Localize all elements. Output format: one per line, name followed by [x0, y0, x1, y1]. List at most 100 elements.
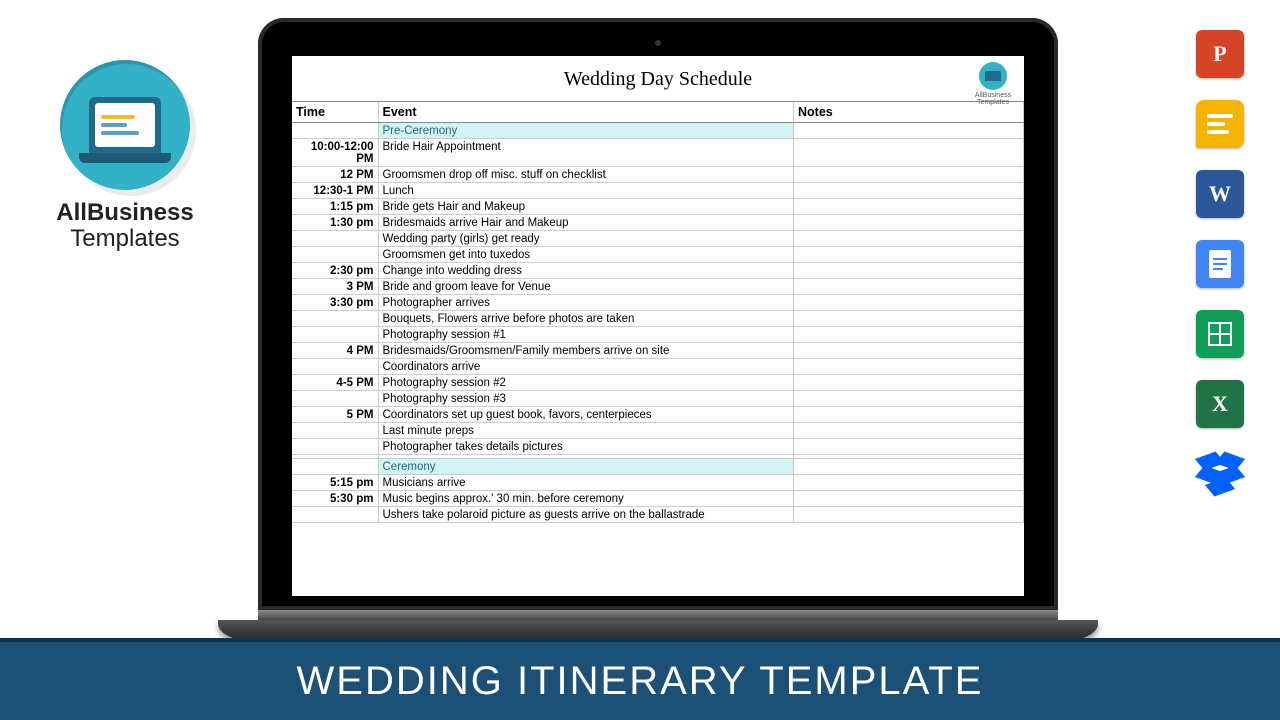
document-title: Wedding Day Schedule [292, 56, 1024, 102]
cell-time [292, 359, 378, 375]
laptop-mockup: AllBusiness Templates Wedding Day Schedu… [258, 18, 1058, 642]
cell-event: Bride and groom leave for Venue [378, 279, 794, 295]
cell-event: Groomsmen get into tuxedos [378, 247, 794, 263]
col-time: Time [292, 102, 378, 123]
cell-time [292, 439, 378, 455]
cell-notes [794, 491, 1024, 507]
brand-line2: Templates [70, 225, 179, 252]
table-row: 12:30-1 PMLunch [292, 183, 1024, 199]
app-icons-column: P W X [1190, 30, 1250, 494]
cell-time: 4-5 PM [292, 375, 378, 391]
cell-time: 4 PM [292, 343, 378, 359]
table-row: Coordinators arrive [292, 359, 1024, 375]
google-docs-icon [1196, 240, 1244, 288]
cell-time [292, 327, 378, 343]
cell-event: Bridesmaids/Groomsmen/Family members arr… [378, 343, 794, 359]
google-sheets-icon [1196, 310, 1244, 358]
cell-notes [794, 423, 1024, 439]
cell-notes [794, 475, 1024, 491]
cell-event: Photographer takes details pictures [378, 439, 794, 455]
cell-time [292, 247, 378, 263]
table-row: Photographer takes details pictures [292, 439, 1024, 455]
cell-event: Groomsmen drop off misc. stuff on checkl… [378, 167, 794, 183]
cell-notes [794, 263, 1024, 279]
cell-notes [794, 167, 1024, 183]
cell-notes [794, 459, 1024, 475]
cell-event: Last minute preps [378, 423, 794, 439]
cell-event: Pre-Ceremony [378, 123, 794, 139]
table-row: Ceremony [292, 459, 1024, 475]
cell-event: Ceremony [378, 459, 794, 475]
cell-notes [794, 311, 1024, 327]
cell-notes [794, 343, 1024, 359]
cell-notes [794, 327, 1024, 343]
cell-time: 10:00-12:00PM [292, 139, 378, 167]
brand-line1: AllBusiness [56, 199, 193, 226]
cell-event: Coordinators set up guest book, favors, … [378, 407, 794, 423]
table-row: 5:30 pmMusic begins approx.' 30 min. bef… [292, 491, 1024, 507]
cell-notes [794, 183, 1024, 199]
cell-time: 5 PM [292, 407, 378, 423]
brand-name: AllBusiness Templates [35, 200, 215, 253]
table-row: 1:30 pmBridesmaids arrive Hair and Makeu… [292, 215, 1024, 231]
cell-notes [794, 279, 1024, 295]
table-row: 3 PMBride and groom leave for Venue [292, 279, 1024, 295]
document-screen: AllBusiness Templates Wedding Day Schedu… [292, 56, 1024, 596]
col-event: Event [378, 102, 794, 123]
cell-event: Bouquets, Flowers arrive before photos a… [378, 311, 794, 327]
cell-time [292, 459, 378, 475]
excel-icon: X [1196, 380, 1244, 428]
powerpoint-icon: P [1196, 30, 1244, 78]
table-row: 5 PMCoordinators set up guest book, favo… [292, 407, 1024, 423]
cell-notes [794, 375, 1024, 391]
table-row: 2:30 pmChange into wedding dress [292, 263, 1024, 279]
table-row: 5:15 pmMusicians arrive [292, 475, 1024, 491]
table-row: Ushers take polaroid picture as guests a… [292, 507, 1024, 523]
cell-time: 1:30 pm [292, 215, 378, 231]
brand-logo-icon [60, 60, 190, 190]
table-row: Photography session #3 [292, 391, 1024, 407]
cell-time: 3 PM [292, 279, 378, 295]
table-header-row: Time Event Notes [292, 102, 1024, 123]
table-row: 1:15 pmBride gets Hair and Makeup [292, 199, 1024, 215]
cell-time: 5:15 pm [292, 475, 378, 491]
cell-time [292, 231, 378, 247]
table-row: 10:00-12:00PMBride Hair Appointment [292, 139, 1024, 167]
cell-event: Bride gets Hair and Makeup [378, 199, 794, 215]
cell-notes [794, 247, 1024, 263]
dropbox-icon [1195, 450, 1245, 494]
cell-event: Photography session #2 [378, 375, 794, 391]
cell-event: Change into wedding dress [378, 263, 794, 279]
table-row: 3:30 pmPhotographer arrives [292, 295, 1024, 311]
cell-event: Photography session #3 [378, 391, 794, 407]
cell-time: 2:30 pm [292, 263, 378, 279]
cell-notes [794, 407, 1024, 423]
bottom-banner: WEDDING ITINERARY TEMPLATE [0, 638, 1280, 720]
brand-logo-block: AllBusiness Templates [35, 60, 215, 253]
cell-event: Photography session #1 [378, 327, 794, 343]
table-row: Wedding party (girls) get ready [292, 231, 1024, 247]
banner-title: WEDDING ITINERARY TEMPLATE [297, 659, 984, 704]
table-row: Photography session #1 [292, 327, 1024, 343]
cell-time [292, 123, 378, 139]
cell-notes [794, 391, 1024, 407]
cell-notes [794, 215, 1024, 231]
cell-event: Bridesmaids arrive Hair and Makeup [378, 215, 794, 231]
table-row: Groomsmen get into tuxedos [292, 247, 1024, 263]
cell-time [292, 507, 378, 523]
cell-time [292, 423, 378, 439]
cell-event: Musicians arrive [378, 475, 794, 491]
cell-time: 12 PM [292, 167, 378, 183]
cell-notes [794, 139, 1024, 167]
document-watermark-logo: AllBusiness Templates [972, 62, 1014, 106]
table-row: Bouquets, Flowers arrive before photos a… [292, 311, 1024, 327]
schedule-table: Time Event Notes Pre-Ceremony10:00-12:00… [292, 102, 1024, 523]
cell-event: Lunch [378, 183, 794, 199]
table-row: Last minute preps [292, 423, 1024, 439]
table-row: Pre-Ceremony [292, 123, 1024, 139]
cell-notes [794, 439, 1024, 455]
cell-event: Music begins approx.' 30 min. before cer… [378, 491, 794, 507]
cell-time: 5:30 pm [292, 491, 378, 507]
table-row: 4-5 PMPhotography session #2 [292, 375, 1024, 391]
cell-time: 3:30 pm [292, 295, 378, 311]
